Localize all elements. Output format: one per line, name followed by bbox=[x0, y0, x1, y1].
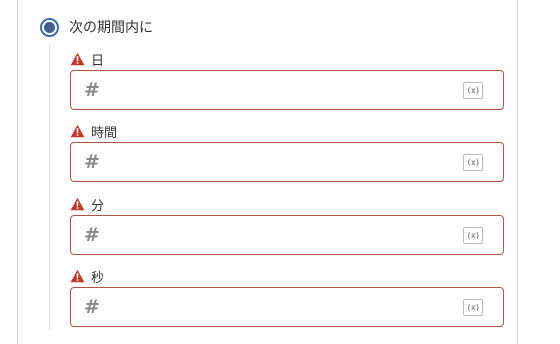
warning-icon bbox=[70, 197, 85, 211]
seconds-field-group: 秒 # (x) bbox=[70, 267, 504, 327]
days-label: 日 bbox=[91, 53, 105, 69]
seconds-input[interactable]: # (x) bbox=[70, 287, 504, 327]
hash-icon: # bbox=[84, 224, 100, 246]
option-group-line bbox=[49, 44, 50, 330]
hours-label-row: 時間 bbox=[70, 122, 504, 141]
seconds-label: 秒 bbox=[91, 270, 105, 286]
radio-selected-dot bbox=[44, 21, 55, 33]
minutes-field-group: 分 # (x) bbox=[70, 195, 504, 255]
hash-icon: # bbox=[84, 151, 100, 173]
minutes-label: 分 bbox=[91, 198, 105, 214]
hash-icon: # bbox=[84, 296, 100, 318]
days-field-group: 日 # (x) bbox=[70, 50, 504, 110]
days-input[interactable]: # (x) bbox=[70, 70, 504, 110]
within-period-option[interactable]: 次の期間内に bbox=[40, 16, 153, 38]
warning-icon bbox=[70, 124, 85, 138]
hours-input[interactable]: # (x) bbox=[70, 142, 504, 182]
panel-right-border bbox=[517, 0, 518, 344]
variable-icon[interactable]: (x) bbox=[463, 227, 483, 244]
warning-icon bbox=[70, 269, 85, 283]
seconds-label-row: 秒 bbox=[70, 267, 504, 286]
variable-icon[interactable]: (x) bbox=[463, 154, 483, 171]
within-period-label: 次の期間内に bbox=[69, 20, 153, 36]
within-period-radio[interactable] bbox=[40, 17, 59, 37]
variable-icon[interactable]: (x) bbox=[463, 82, 483, 99]
days-label-row: 日 bbox=[70, 50, 504, 69]
panel-left-border bbox=[17, 0, 18, 344]
warning-icon bbox=[70, 52, 85, 66]
hours-label: 時間 bbox=[91, 125, 118, 141]
hours-field-group: 時間 # (x) bbox=[70, 122, 504, 182]
minutes-label-row: 分 bbox=[70, 195, 504, 214]
variable-icon[interactable]: (x) bbox=[463, 299, 483, 316]
hash-icon: # bbox=[84, 79, 100, 101]
minutes-input[interactable]: # (x) bbox=[70, 215, 504, 255]
